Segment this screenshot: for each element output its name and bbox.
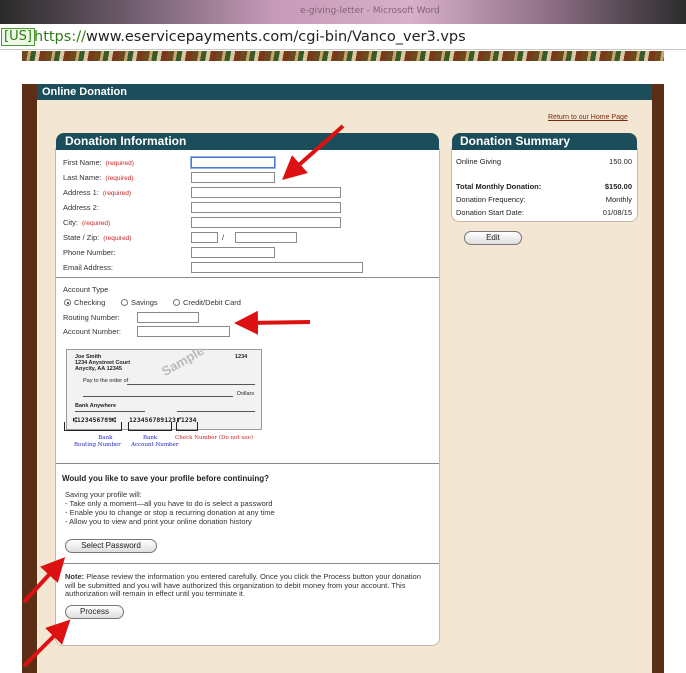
label-account: Bank Account Number [131,435,179,448]
summary-frequency: Donation Frequency: Monthly [456,195,632,204]
address1-input[interactable] [191,187,341,198]
divider-2 [56,463,439,464]
zip-input[interactable] [235,232,297,243]
decorative-banner [22,51,664,61]
address2-input[interactable] [191,202,341,213]
last-name-label: Last Name: (required) [63,173,134,182]
radio-savings[interactable]: Savings [121,298,158,307]
state-zip-label: State / Zip: (required) [63,233,132,242]
check-number-top: 1234 [235,354,248,360]
city-input[interactable] [191,217,341,228]
frame-left [22,84,37,673]
window-title: e-giving-letter - Microsoft Word [300,6,440,16]
account-bracket [128,422,172,431]
radio-credit-card[interactable]: Credit/Debit Card [173,298,241,307]
save-profile-bullet-3: - Allow you to view and print your onlin… [65,517,252,526]
label-check-number: Check Number (Do not use) [175,435,254,441]
summary-total: Total Monthly Donation: $150.00 [456,182,632,191]
last-name-input[interactable] [191,172,275,183]
url-text[interactable]: https://www.eservicepayments.com/cgi-bin… [34,28,466,46]
save-profile-question: Would you like to save your profile befo… [62,474,269,483]
sample-watermark: Sample [159,342,207,379]
label-routing: Bank Routing Number [74,435,121,448]
home-page-link[interactable]: Return to our Home Page [548,114,628,121]
certificate-badge[interactable]: [US] [1,28,35,46]
account-number-input[interactable] [137,326,230,337]
checknum-bracket [176,422,198,431]
phone-input[interactable] [191,247,275,258]
check-dollars: Dollars [237,391,255,397]
donation-summary-title: Donation Summary [452,133,637,150]
state-input[interactable] [191,232,218,243]
summary-line-item: Online Giving 150.00 [456,157,632,166]
account-type-label: Account Type [63,285,109,294]
url-path: www.eservicepayments.com/cgi-bin/Vanco_v… [85,29,466,45]
email-input[interactable] [191,262,363,273]
phone-label: Phone Number: [63,248,116,257]
routing-number-label: Routing Number: [63,313,120,322]
account-number-label: Account Number: [63,327,121,336]
address-bar[interactable]: [US] https://www.eservicepayments.com/cg… [0,24,686,50]
radio-savings-dot[interactable] [121,299,128,306]
first-name-label: First Name: (required) [63,158,134,167]
frame-right [652,84,664,673]
email-label: Email Address: [63,263,114,272]
check-city: Anycity, AA 12345 [75,366,122,372]
sample-check-image: Joe Smith 1234 Anystreet Court Anycity, … [66,343,262,430]
check-pay-to: Pay to the order of [83,378,129,384]
routing-number-input[interactable] [137,312,199,323]
divider-3 [56,563,439,564]
url-scheme: https:// [34,29,86,45]
select-password-button[interactable]: Select Password [65,539,157,553]
check-amount-line [83,396,233,397]
check-bank: Bank Anywhere [75,403,117,409]
city-label: City: (required) [63,218,111,227]
window-title-bar: e-giving-letter - Microsoft Word [0,0,686,24]
note-text: Note: Please review the information you … [65,572,421,598]
divider-1 [56,277,439,278]
check-memo-line [75,411,145,412]
routing-bracket [64,422,122,431]
summary-start-date: Donation Start Date: 01/08/15 [456,208,632,217]
zip-separator: / [222,233,225,242]
address1-label: Address 1: (required) [63,188,132,197]
process-button[interactable]: Process [65,605,124,619]
radio-checking-dot[interactable] [64,299,71,306]
radio-checking[interactable]: Checking [64,298,105,307]
edit-button[interactable]: Edit [464,231,522,245]
online-donation-header: Online Donation [37,84,652,100]
donation-info-title: Donation Information [56,133,439,150]
first-name-input[interactable] [191,157,275,168]
radio-credit-card-dot[interactable] [173,299,180,306]
address2-label: Address 2: [63,203,99,212]
check-signature-line [177,411,255,412]
check-pay-line [127,384,255,385]
